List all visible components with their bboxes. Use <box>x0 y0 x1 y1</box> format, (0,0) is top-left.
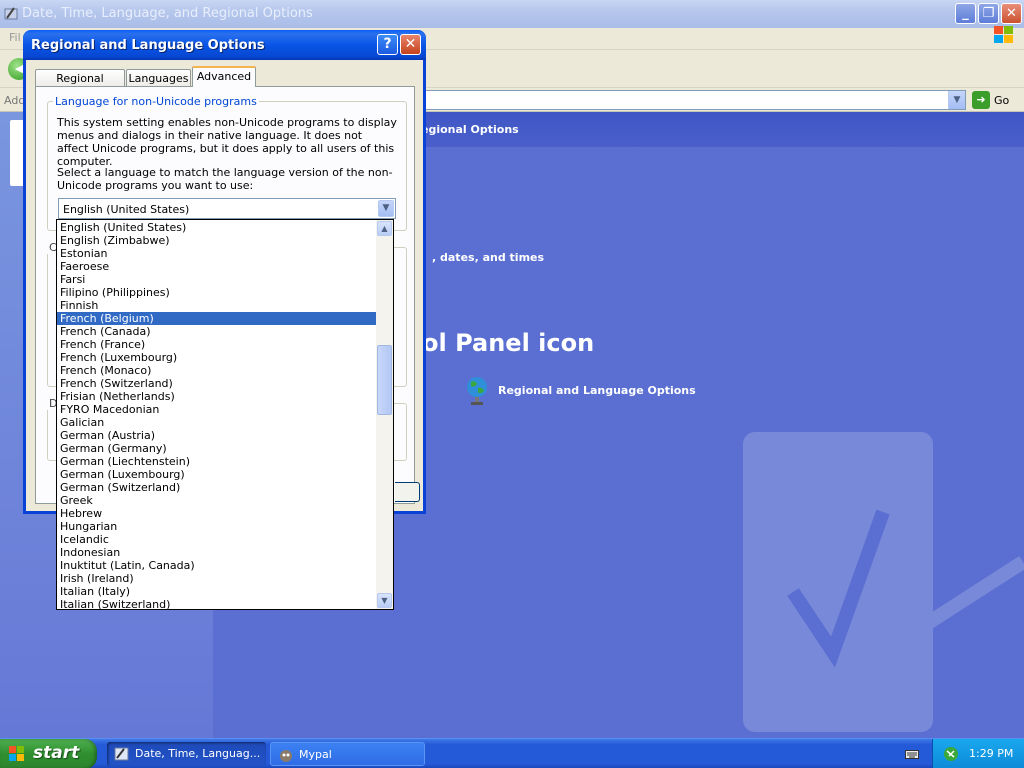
start-button[interactable]: start <box>0 739 97 768</box>
dropdown-option[interactable]: Faeroese <box>57 260 377 273</box>
go-button[interactable]: ➜ Go <box>972 91 1009 109</box>
dropdown-option[interactable]: Hebrew <box>57 507 377 520</box>
menu-file[interactable]: Fil <box>9 31 21 44</box>
language-bar-icon[interactable] <box>943 746 959 762</box>
dropdown-option[interactable]: French (Luxembourg) <box>57 351 377 364</box>
scroll-thumb[interactable] <box>377 345 392 415</box>
dropdown-option[interactable]: Indonesian <box>57 546 377 559</box>
mypal-browser-icon <box>280 750 292 762</box>
dropdown-option[interactable]: German (Germany) <box>57 442 377 455</box>
content-header-title: egional Options <box>421 123 519 136</box>
dropdown-option[interactable]: English (United States) <box>57 221 377 234</box>
go-arrow-icon: ➜ <box>972 91 990 109</box>
address-input[interactable]: ▼ <box>420 90 966 110</box>
non-unicode-group-legend: Language for non-Unicode programs <box>53 95 259 108</box>
taskbar-item-label: Mypal <box>299 748 332 761</box>
dropdown-option[interactable]: French (Monaco) <box>57 364 377 377</box>
dropdown-option[interactable]: Estonian <box>57 247 377 260</box>
dropdown-scrollbar[interactable]: ▲ ▼ <box>376 220 393 609</box>
taskbar: start Date, Time, Languag... Mypal 1:29 … <box>0 738 1024 768</box>
dialog-close-button[interactable]: ✕ <box>400 34 421 55</box>
scroll-up-arrow-icon[interactable]: ▲ <box>377 221 392 236</box>
go-label: Go <box>994 93 1010 107</box>
dropdown-option[interactable]: French (Belgium) <box>57 312 377 325</box>
help-button[interactable]: ? <box>377 34 398 55</box>
language-select-value: English (United States) <box>63 203 190 216</box>
background-titlebar[interactable]: Date, Time, Language, and Regional Optio… <box>0 0 1024 28</box>
control-panel-watermark-icon <box>743 432 1024 732</box>
dropdown-option[interactable]: German (Austria) <box>57 429 377 442</box>
dropdown-option[interactable]: Greek <box>57 494 377 507</box>
task-link[interactable]: , dates, and times <box>432 251 544 264</box>
dropdown-option[interactable]: French (France) <box>57 338 377 351</box>
taskbar-item-mypal[interactable]: Mypal <box>270 742 425 766</box>
dropdown-option[interactable]: Finnish <box>57 299 377 312</box>
control-panel-icon <box>114 747 129 761</box>
dropdown-option[interactable]: Irish (Ireland) <box>57 572 377 585</box>
dropdown-options: English (United States) English (Zimbabwe… <box>57 221 377 611</box>
non-unicode-instruction: Select a language to match the language … <box>57 166 393 192</box>
dropdown-option[interactable]: Inuktitut (Latin, Canada) <box>57 559 377 572</box>
dropdown-option[interactable]: French (Switzerland) <box>57 377 377 390</box>
globe-icon <box>467 377 487 405</box>
tab-languages[interactable]: Languages <box>126 69 191 87</box>
language-select[interactable]: English (United States) ▼ <box>58 198 396 219</box>
dialog-title: Regional and Language Options <box>31 38 265 53</box>
background-window-title: Date, Time, Language, and Regional Optio… <box>22 6 313 21</box>
regional-options-link-label: Regional and Language Options <box>498 384 696 397</box>
dropdown-option[interactable]: Italian (Switzerland) <box>57 598 377 611</box>
dropdown-option[interactable]: Filipino (Philippines) <box>57 286 377 299</box>
start-label: start <box>33 743 80 763</box>
windows-flag-icon <box>994 26 1013 43</box>
scroll-down-arrow-icon[interactable]: ▼ <box>377 593 392 608</box>
close-button[interactable]: ✕ <box>1001 3 1022 24</box>
dropdown-option[interactable]: Galician <box>57 416 377 429</box>
dropdown-option[interactable]: German (Luxembourg) <box>57 468 377 481</box>
tab-regional-options[interactable]: Regional Options <box>35 69 125 98</box>
taskbar-item-label: Date, Time, Languag... <box>135 747 261 760</box>
pick-icon-heading: ol Panel icon <box>422 329 595 357</box>
chevron-down-icon[interactable]: ▼ <box>378 200 394 217</box>
window-app-icon <box>4 7 18 20</box>
tab-advanced[interactable]: Advanced <box>192 66 256 87</box>
taskbar-item-control-panel[interactable]: Date, Time, Languag... <box>107 742 266 766</box>
ok-button[interactable] <box>395 482 420 502</box>
chevron-down-icon[interactable]: ▼ <box>948 91 965 109</box>
keyboard-icon[interactable] <box>905 748 919 760</box>
dropdown-option[interactable]: FYRO Macedonian <box>57 403 377 416</box>
dropdown-option[interactable]: English (Zimbabwe) <box>57 234 377 247</box>
dropdown-option[interactable]: Frisian (Netherlands) <box>57 390 377 403</box>
dropdown-option[interactable]: Farsi <box>57 273 377 286</box>
dropdown-option[interactable]: German (Switzerland) <box>57 481 377 494</box>
dialog-titlebar[interactable]: Regional and Language Options ? ✕ <box>23 30 426 60</box>
non-unicode-description: This system setting enables non-Unicode … <box>57 116 397 168</box>
clock[interactable]: 1:29 PM <box>969 747 1013 760</box>
restore-button[interactable]: ❐ <box>978 3 999 24</box>
minimize-button[interactable]: _ <box>955 3 976 24</box>
dropdown-option[interactable]: Hungarian <box>57 520 377 533</box>
windows-logo-icon <box>9 746 24 761</box>
dropdown-option[interactable]: Icelandic <box>57 533 377 546</box>
dropdown-option[interactable]: French (Canada) <box>57 325 377 338</box>
dropdown-option[interactable]: Italian (Italy) <box>57 585 377 598</box>
dropdown-option[interactable]: German (Liechtenstein) <box>57 455 377 468</box>
language-dropdown-list[interactable]: English (United States) English (Zimbabwe… <box>56 219 394 611</box>
system-tray: 1:29 PM <box>932 739 1024 768</box>
